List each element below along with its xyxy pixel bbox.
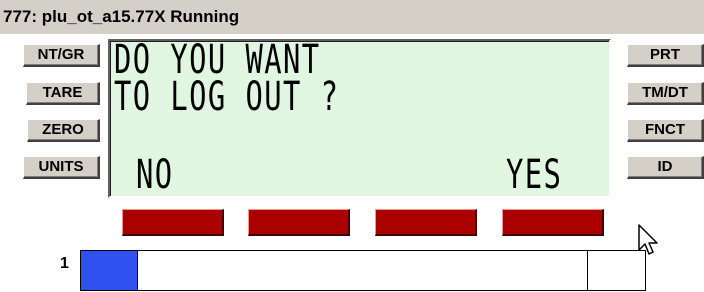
progress-fill bbox=[81, 251, 138, 290]
softkey-3[interactable] bbox=[375, 209, 477, 236]
tare-button[interactable]: TARE bbox=[26, 82, 100, 105]
display-line-2: TO LOG OUT ? bbox=[114, 74, 340, 120]
tm-dt-button[interactable]: TM/DT bbox=[627, 82, 704, 105]
softkey-label-yes: YES bbox=[506, 152, 563, 198]
prt-button[interactable]: PRT bbox=[627, 44, 704, 67]
softkey-label-no: NO bbox=[136, 152, 174, 198]
softkey-2[interactable] bbox=[248, 209, 350, 236]
units-button[interactable]: UNITS bbox=[23, 156, 100, 179]
softkey-4[interactable] bbox=[502, 209, 604, 236]
fnct-button[interactable]: FNCT bbox=[627, 119, 704, 142]
scale-number: 1 bbox=[60, 255, 69, 272]
progress-segment-divider bbox=[587, 251, 588, 290]
lcd-display: DO YOU WANT TO LOG OUT ? NO YES bbox=[108, 39, 611, 198]
softkey-1[interactable] bbox=[122, 209, 224, 236]
zero-button[interactable]: ZERO bbox=[27, 119, 100, 142]
weight-progress-bar bbox=[80, 250, 646, 291]
window-title: 777: plu_ot_a15.77X Running bbox=[0, 0, 704, 34]
id-button[interactable]: ID bbox=[627, 156, 704, 179]
nt-gr-button[interactable]: NT/GR bbox=[23, 44, 100, 67]
